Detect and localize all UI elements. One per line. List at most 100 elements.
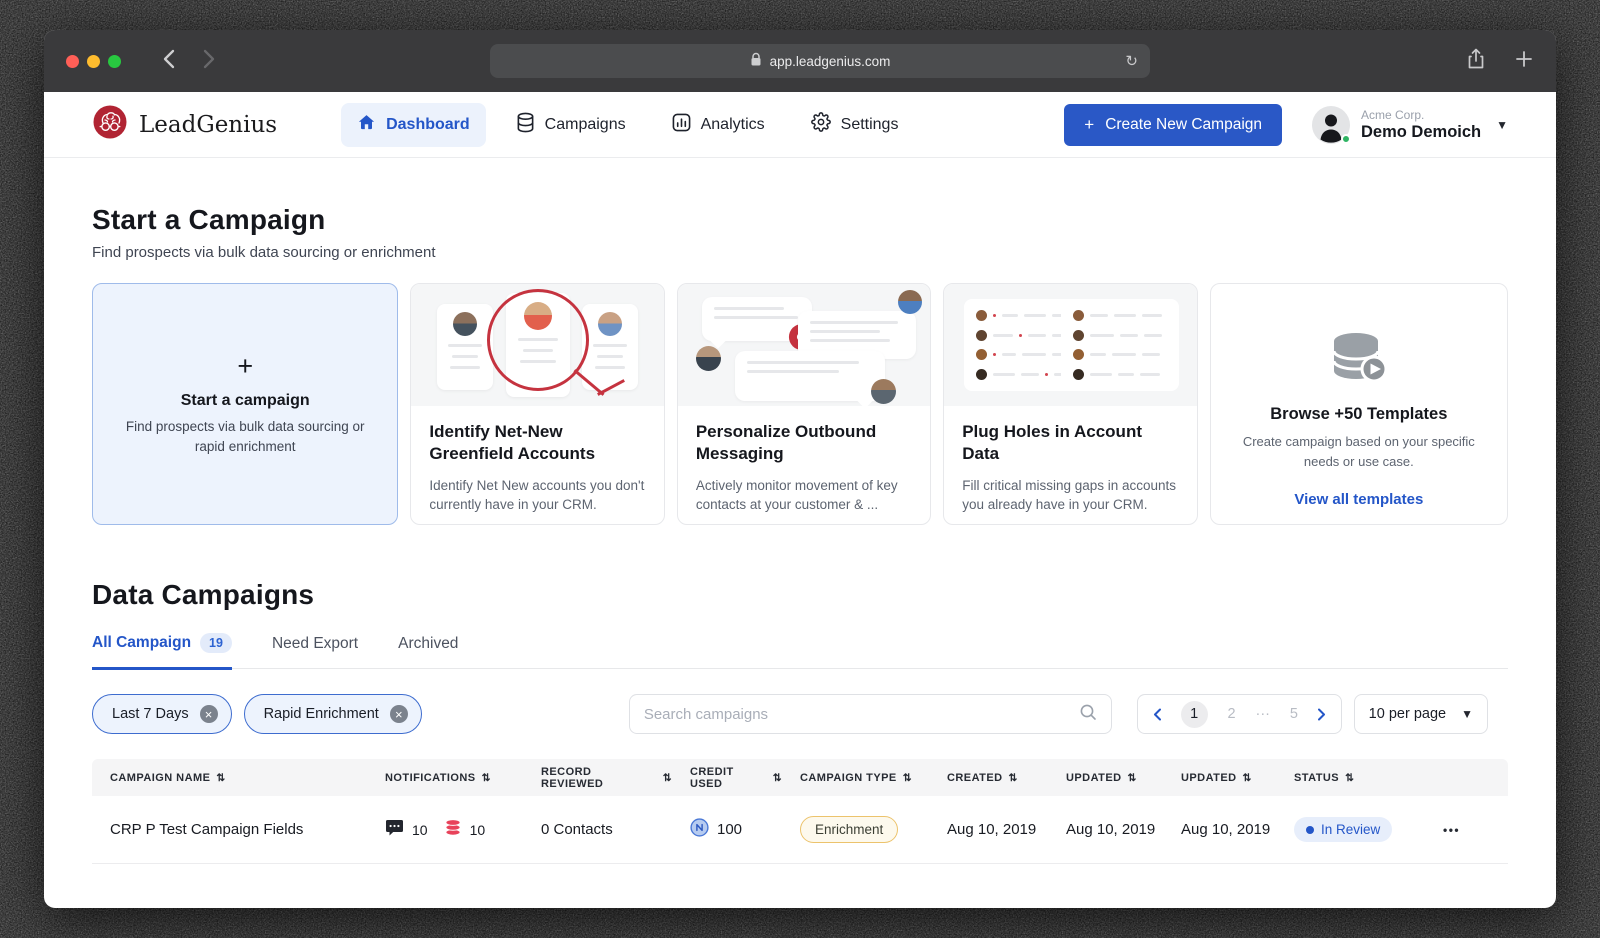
page-2[interactable]: 2 [1228, 706, 1236, 722]
sort-icon[interactable] [903, 772, 912, 784]
account-data-card[interactable]: Plug Holes in Account Data Fill critical… [943, 283, 1197, 525]
campaign-cards: + Start a campaign Find prospects via bu… [92, 283, 1508, 525]
user-menu[interactable]: Acme Corp. Demo Demoich ▼ [1312, 106, 1508, 144]
close-button[interactable] [66, 55, 79, 68]
search-input[interactable] [644, 706, 1079, 723]
forward-icon[interactable] [203, 49, 215, 74]
card-description: Fill critical missing gaps in accounts y… [962, 476, 1178, 515]
page-subtitle: Find prospects via bulk data sourcing or… [92, 244, 1508, 261]
nav-item-analytics[interactable]: Analytics [656, 103, 781, 147]
magnifier-icon [487, 289, 589, 391]
account-data-illustration [944, 284, 1196, 406]
page-1[interactable]: 1 [1181, 701, 1208, 728]
tab-archived[interactable]: Archived [398, 633, 458, 668]
traffic-lights [66, 55, 121, 68]
tab-label: Archived [398, 635, 458, 653]
data-stack-icon[interactable] [444, 819, 462, 840]
address-bar[interactable]: app.leadgenius.com ↻ [490, 44, 1150, 78]
filter-chip-rapid-enrichment[interactable]: Rapid Enrichment × [244, 694, 422, 734]
search-icon[interactable] [1079, 703, 1097, 726]
sort-icon[interactable] [773, 772, 782, 784]
nav-label-settings: Settings [841, 116, 899, 134]
sort-icon[interactable] [1243, 772, 1252, 784]
zoom-button[interactable] [108, 55, 121, 68]
card-title: Start a campaign [181, 392, 310, 410]
tab-need-export[interactable]: Need Export [272, 633, 358, 668]
chip-label: Last 7 Days [112, 706, 189, 722]
sort-icon[interactable] [216, 772, 225, 784]
start-campaign-card[interactable]: + Start a campaign Find prospects via bu… [92, 283, 398, 525]
share-icon[interactable] [1466, 47, 1486, 76]
cell-campaign-name[interactable]: CRP P Test Campaign Fields [92, 821, 367, 838]
chevron-down-icon: ▼ [1461, 707, 1473, 721]
message-count: 10 [412, 822, 428, 838]
refresh-icon[interactable]: ↻ [1125, 52, 1138, 70]
brand-logo[interactable]: LeadGenius [92, 104, 277, 145]
nav-item-settings[interactable]: Settings [795, 102, 915, 147]
sort-icon[interactable] [1345, 772, 1354, 784]
per-page-select[interactable]: 10 per page ▼ [1354, 694, 1488, 734]
card-description: Identify Net New accounts you don't curr… [429, 476, 645, 515]
cell-campaign-type: Enrichment [782, 816, 929, 843]
minimize-button[interactable] [87, 55, 100, 68]
sort-icon[interactable] [663, 772, 672, 784]
view-all-templates-link[interactable]: View all templates [1294, 491, 1423, 508]
page-5[interactable]: 5 [1290, 706, 1298, 722]
prev-page-icon[interactable] [1153, 708, 1161, 721]
nav-label-analytics: Analytics [701, 116, 765, 134]
outbound-messaging-card[interactable]: Personalize Outbound Messaging Actively … [677, 283, 931, 525]
card-title: Plug Holes in Account Data [962, 421, 1178, 466]
remove-filter-icon[interactable]: × [200, 705, 218, 723]
status-badge: In Review [1294, 817, 1392, 842]
new-tab-icon[interactable] [1514, 49, 1534, 74]
sort-icon[interactable] [1128, 772, 1137, 784]
row-actions-icon[interactable]: ••• [1443, 823, 1460, 837]
main-menu: Dashboard Campaigns Analytics Settings [341, 102, 914, 148]
card-title: Identify Net-New Greenfield Accounts [429, 421, 645, 466]
url-text: app.leadgenius.com [770, 54, 891, 69]
greenfield-accounts-card[interactable]: Identify Net-New Greenfield Accounts Ide… [410, 283, 664, 525]
tab-label: Need Export [272, 635, 358, 653]
credit-count: 100 [717, 821, 742, 838]
nav-item-campaigns[interactable]: Campaigns [500, 102, 642, 148]
cell-updated-1: Aug 10, 2019 [1048, 821, 1163, 838]
col-updated-1: Updated [1066, 772, 1122, 784]
campaigns-table: Campaign Name Notifications Record Revie… [92, 759, 1508, 864]
status-label: In Review [1321, 822, 1380, 837]
filter-chip-last-7-days[interactable]: Last 7 Days × [92, 694, 232, 734]
analytics-icon [672, 113, 691, 137]
pagination: 1 2 ··· 5 [1137, 694, 1342, 734]
enrichment-badge: Enrichment [800, 816, 898, 843]
create-new-campaign-button[interactable]: + Create New Campaign [1064, 104, 1282, 146]
app-navbar: LeadGenius Dashboard Campaigns Analytics… [44, 92, 1556, 158]
remove-filter-icon[interactable]: × [390, 705, 408, 723]
card-description: Find prospects via bulk data sourcing or… [119, 417, 371, 458]
user-company: Acme Corp. [1361, 108, 1481, 122]
tab-label: All Campaign [92, 634, 191, 652]
message-icon[interactable] [385, 819, 404, 841]
browse-templates-card[interactable]: Browse +50 Templates Create campaign bas… [1210, 283, 1508, 525]
col-status: Status [1294, 772, 1339, 784]
tab-all-campaign[interactable]: All Campaign 19 [92, 633, 232, 670]
plus-icon: + [1084, 115, 1094, 135]
back-icon[interactable] [163, 49, 175, 74]
home-icon [357, 113, 376, 137]
card-description: Actively monitor movement of key contact… [696, 476, 912, 515]
next-page-icon[interactable] [1318, 708, 1326, 721]
brand-name: LeadGenius [139, 112, 277, 138]
table-row[interactable]: CRP P Test Campaign Fields 10 10 0 Conta… [92, 796, 1508, 864]
sort-icon[interactable] [482, 772, 491, 784]
nav-label-dashboard: Dashboard [386, 116, 470, 134]
card-title: Browse +50 Templates [1270, 405, 1447, 424]
database-play-icon [1328, 330, 1390, 389]
filter-toolbar: Last 7 Days × Rapid Enrichment × 1 2 ···… [92, 694, 1508, 734]
messaging-illustration [678, 284, 930, 406]
col-campaign-name: Campaign Name [110, 772, 210, 784]
card-title: Personalize Outbound Messaging [696, 421, 912, 466]
browser-window: app.leadgenius.com ↻ LeadGenius Dashboar… [44, 30, 1556, 908]
table-header: Campaign Name Notifications Record Revie… [92, 759, 1508, 796]
nav-item-dashboard[interactable]: Dashboard [341, 103, 486, 147]
sort-icon[interactable] [1009, 772, 1018, 784]
col-record-reviewed: Record Reviewed [541, 766, 657, 790]
cell-record-reviewed: 0 Contacts [523, 821, 672, 838]
